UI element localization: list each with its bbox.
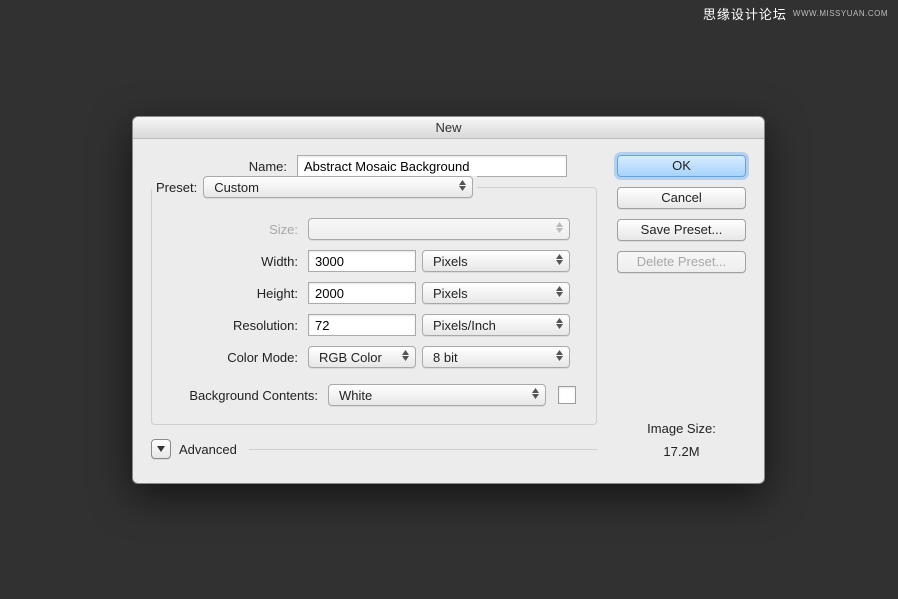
size-label: Size:: [162, 222, 302, 237]
watermark: 思缘设计论坛 WWW.MISSYUAN.COM: [703, 4, 888, 23]
advanced-toggle[interactable]: [151, 439, 171, 459]
height-label: Height:: [162, 286, 302, 301]
bgcontents-label: Background Contents:: [162, 388, 322, 403]
cancel-button[interactable]: Cancel: [617, 187, 746, 209]
height-unit-select[interactable]: Pixels: [422, 282, 570, 304]
chevron-updown-icon: [556, 222, 563, 233]
bgcontents-select[interactable]: White: [328, 384, 546, 406]
resolution-input[interactable]: [308, 314, 416, 336]
save-preset-button[interactable]: Save Preset...: [617, 219, 746, 241]
watermark-url: WWW.MISSYUAN.COM: [793, 9, 888, 18]
advanced-label: Advanced: [179, 442, 237, 457]
bgcolor-swatch[interactable]: [558, 386, 576, 404]
colormode-label: Color Mode:: [162, 350, 302, 365]
chevron-updown-icon: [556, 254, 563, 265]
preset-fieldset: Preset: Custom Size:: [151, 187, 597, 425]
resolution-label: Resolution:: [162, 318, 302, 333]
preset-label: Preset:: [156, 180, 197, 195]
height-unit-value: Pixels: [433, 286, 468, 301]
bitdepth-value: 8 bit: [433, 350, 458, 365]
divider: [249, 449, 597, 450]
size-select: [308, 218, 570, 240]
chevron-updown-icon: [532, 388, 539, 399]
chevron-updown-icon: [402, 350, 409, 361]
image-size-label: Image Size:: [617, 421, 746, 436]
bitdepth-select[interactable]: 8 bit: [422, 346, 570, 368]
name-label: Name:: [151, 159, 291, 174]
image-size-value: 17.2M: [617, 444, 746, 459]
colormode-value: RGB Color: [319, 350, 382, 365]
width-label: Width:: [162, 254, 302, 269]
height-input[interactable]: [308, 282, 416, 304]
chevron-updown-icon: [556, 318, 563, 329]
new-document-dialog: New Name: Preset: Custom: [132, 116, 765, 484]
resolution-unit-select[interactable]: Pixels/Inch: [422, 314, 570, 336]
delete-preset-button: Delete Preset...: [617, 251, 746, 273]
colormode-select[interactable]: RGB Color: [308, 346, 416, 368]
watermark-cn: 思缘设计论坛: [703, 4, 787, 23]
dialog-title: New: [133, 117, 764, 139]
ok-button[interactable]: OK: [617, 155, 746, 177]
chevron-updown-icon: [556, 350, 563, 361]
name-input[interactable]: [297, 155, 567, 177]
chevron-down-icon: [157, 446, 165, 452]
width-unit-select[interactable]: Pixels: [422, 250, 570, 272]
width-unit-value: Pixels: [433, 254, 468, 269]
preset-select[interactable]: Custom: [203, 176, 473, 198]
bgcontents-value: White: [339, 388, 372, 403]
preset-value: Custom: [214, 180, 259, 195]
width-input[interactable]: [308, 250, 416, 272]
chevron-updown-icon: [556, 286, 563, 297]
resolution-unit-value: Pixels/Inch: [433, 318, 496, 333]
chevron-updown-icon: [459, 180, 466, 191]
